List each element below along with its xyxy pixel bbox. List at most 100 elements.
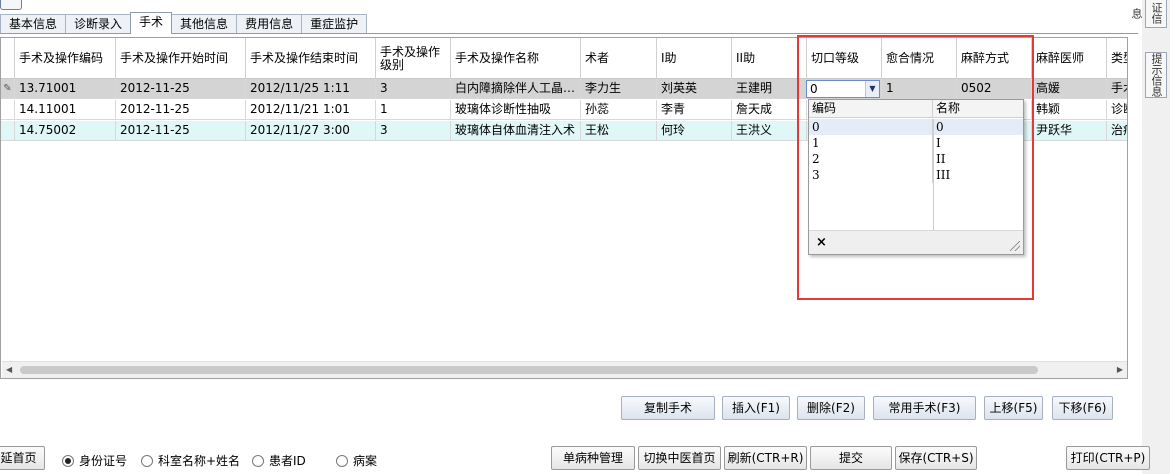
cell-end-time[interactable]: 2012/11/27 3:00 xyxy=(246,121,376,141)
col-header-type[interactable]: 类型 xyxy=(1107,38,1127,79)
col-header-incision-level[interactable]: 切口等级 xyxy=(807,38,882,79)
cell-level[interactable]: 3 xyxy=(376,79,451,99)
option-code: 1 xyxy=(809,135,933,151)
cell-start-time[interactable]: 2012-11-25 xyxy=(116,100,246,120)
radio-dept-name[interactable]: 科室名称+姓名 xyxy=(141,452,240,469)
move-down-button[interactable]: 下移(F6) xyxy=(1052,396,1113,420)
tab-icu[interactable]: 重症监护 xyxy=(301,14,368,34)
tab-cost-info[interactable]: 费用信息 xyxy=(236,14,303,34)
radio-dot-icon xyxy=(336,454,348,467)
cell-assistant-1[interactable]: 李青 xyxy=(657,100,732,120)
cell-code[interactable]: 14.11001 xyxy=(15,100,116,120)
radio-id-number[interactable]: 身份证号 xyxy=(62,452,127,469)
cell-level[interactable]: 1 xyxy=(376,100,451,120)
col-header-end-time[interactable]: 手术及操作结束时间 xyxy=(246,38,376,79)
cell-assistant-1[interactable]: 何玲 xyxy=(657,121,732,141)
cell-type[interactable]: 手术 xyxy=(1107,79,1127,99)
cell-assistant-2[interactable]: 詹天成 xyxy=(732,100,807,120)
horizontal-scrollbar[interactable]: ◀ ▶ xyxy=(2,361,1127,378)
dropdown-option[interactable]: 0 0 xyxy=(809,119,1023,135)
col-header-assistant-2[interactable]: II助 xyxy=(732,38,807,79)
single-disease-button[interactable]: 单病种管理 xyxy=(551,446,635,470)
radio-patient-id[interactable]: 患者ID xyxy=(252,452,306,469)
cell-start-time[interactable]: 2012-11-25 xyxy=(116,121,246,141)
cell-start-time[interactable]: 2012-11-25 xyxy=(116,79,246,99)
option-name: III xyxy=(936,168,951,182)
cell-assistant-2[interactable]: 王建明 xyxy=(732,79,807,99)
cell-type[interactable]: 治疗 xyxy=(1107,121,1127,141)
save-button[interactable]: 保存(CTR+S) xyxy=(895,446,977,470)
print-button[interactable]: 打印(CTR+P) xyxy=(1066,446,1150,470)
dropdown-header-name: 名称 xyxy=(936,101,961,115)
cell-anesthesiologist[interactable]: 韩颖 xyxy=(1032,100,1107,120)
common-surgery-button[interactable]: 常用手术(F3) xyxy=(873,396,976,420)
cell-anesthesia-method[interactable]: 0502 xyxy=(957,79,1032,99)
dropdown-header: 编码 名称 xyxy=(809,100,1023,118)
cell-name[interactable]: 玻璃体诊断性抽吸 xyxy=(451,100,581,120)
dropdown-option[interactable]: 1 I xyxy=(809,135,1023,151)
incision-level-value: 0 xyxy=(810,82,818,96)
row-indicator-header xyxy=(1,38,15,79)
side-tab-cert-info[interactable]: 证信息 xyxy=(1130,0,1167,28)
cell-end-time[interactable]: 2012/11/25 1:11 xyxy=(246,79,376,99)
close-icon[interactable]: × xyxy=(816,235,827,250)
radio-label: 科室名称+姓名 xyxy=(158,454,241,468)
col-header-healing[interactable]: 愈合情况 xyxy=(882,38,957,79)
cell-healing[interactable]: 1 xyxy=(882,79,957,99)
refresh-button[interactable]: 刷新(CTR+R) xyxy=(724,446,807,470)
col-header-surgeon[interactable]: 术者 xyxy=(581,38,657,79)
cell-assistant-1[interactable]: 刘英英 xyxy=(657,79,732,99)
dropdown-arrow-icon[interactable]: ▼ xyxy=(865,81,879,97)
tab-other-info[interactable]: 其他信息 xyxy=(171,14,238,34)
cell-type[interactable]: 诊断 xyxy=(1107,100,1127,120)
cell-name[interactable]: 白内障摘除伴人工晶… xyxy=(451,79,581,99)
cell-surgeon[interactable]: 王松 xyxy=(581,121,657,141)
home-button[interactable]: 延首页 xyxy=(0,446,45,470)
copy-surgery-button[interactable]: 复制手术 xyxy=(621,396,715,420)
radio-case[interactable]: 病案 xyxy=(336,452,377,469)
cell-name[interactable]: 玻璃体自体血清注入术 xyxy=(451,121,581,141)
insert-button[interactable]: 插入(F1) xyxy=(722,396,790,420)
top-stub xyxy=(0,0,22,10)
scroll-thumb[interactable] xyxy=(20,366,1038,374)
table-row[interactable]: ✎ 13.71001 2012-11-25 2012/11/25 1:11 3 … xyxy=(1,79,1127,99)
option-code: 0 xyxy=(809,119,933,135)
move-up-button[interactable]: 上移(F5) xyxy=(984,396,1043,420)
dropdown-option[interactable]: 3 III xyxy=(809,167,1023,183)
col-header-name[interactable]: 手术及操作名称 xyxy=(451,38,581,79)
resize-grip-icon[interactable] xyxy=(1010,241,1020,251)
cell-anesthesiologist[interactable]: 高媛 xyxy=(1032,79,1107,99)
col-header-start-time[interactable]: 手术及操作开始时间 xyxy=(116,38,246,79)
cell-end-time[interactable]: 2012/11/21 1:01 xyxy=(246,100,376,120)
radio-dot-icon xyxy=(252,454,264,467)
col-header-anesthesia-method[interactable]: 麻醉方式 xyxy=(957,38,1032,79)
tab-diagnosis[interactable]: 诊断录入 xyxy=(65,14,132,34)
col-header-code[interactable]: 手术及操作编码 xyxy=(15,38,116,79)
col-header-assistant-1[interactable]: I助 xyxy=(657,38,732,79)
side-tab-hint-info[interactable]: 提示信息 xyxy=(1145,52,1167,98)
cell-code[interactable]: 13.71001 xyxy=(15,79,116,99)
cell-surgeon[interactable]: 李力生 xyxy=(581,79,657,99)
cell-code[interactable]: 14.75002 xyxy=(15,121,116,141)
radio-label: 身份证号 xyxy=(79,454,128,468)
scroll-right-icon[interactable]: ▶ xyxy=(1117,365,1123,374)
option-code: 2 xyxy=(809,151,933,167)
dropdown-list: 0 0 1 I 2 II 3 III xyxy=(809,119,1023,231)
cell-assistant-2[interactable]: 王洪义 xyxy=(732,121,807,141)
grid-header: 手术及操作编码 手术及操作开始时间 手术及操作结束时间 手术及操作级别 手术及操… xyxy=(1,38,1127,79)
dropdown-header-code: 编码 xyxy=(809,100,933,117)
incision-level-select[interactable]: 0 ▼ xyxy=(806,80,880,98)
cell-level[interactable]: 3 xyxy=(376,121,451,141)
dropdown-option[interactable]: 2 II xyxy=(809,151,1023,167)
col-header-level[interactable]: 手术及操作级别 xyxy=(376,38,451,79)
delete-button[interactable]: 删除(F2) xyxy=(797,396,865,420)
tab-surgery[interactable]: 手术 xyxy=(130,12,173,34)
switch-tcm-button[interactable]: 切换中医首页 xyxy=(638,446,721,470)
tab-basic-info[interactable]: 基本信息 xyxy=(0,14,67,34)
submit-button[interactable]: 提交 xyxy=(810,446,892,470)
scroll-left-icon[interactable]: ◀ xyxy=(6,365,12,374)
cell-anesthesiologist[interactable]: 尹跃华 xyxy=(1032,121,1107,141)
row-indicator xyxy=(1,121,15,141)
cell-surgeon[interactable]: 孙蕊 xyxy=(581,100,657,120)
col-header-anesthesiologist[interactable]: 麻醉医师 xyxy=(1032,38,1107,79)
